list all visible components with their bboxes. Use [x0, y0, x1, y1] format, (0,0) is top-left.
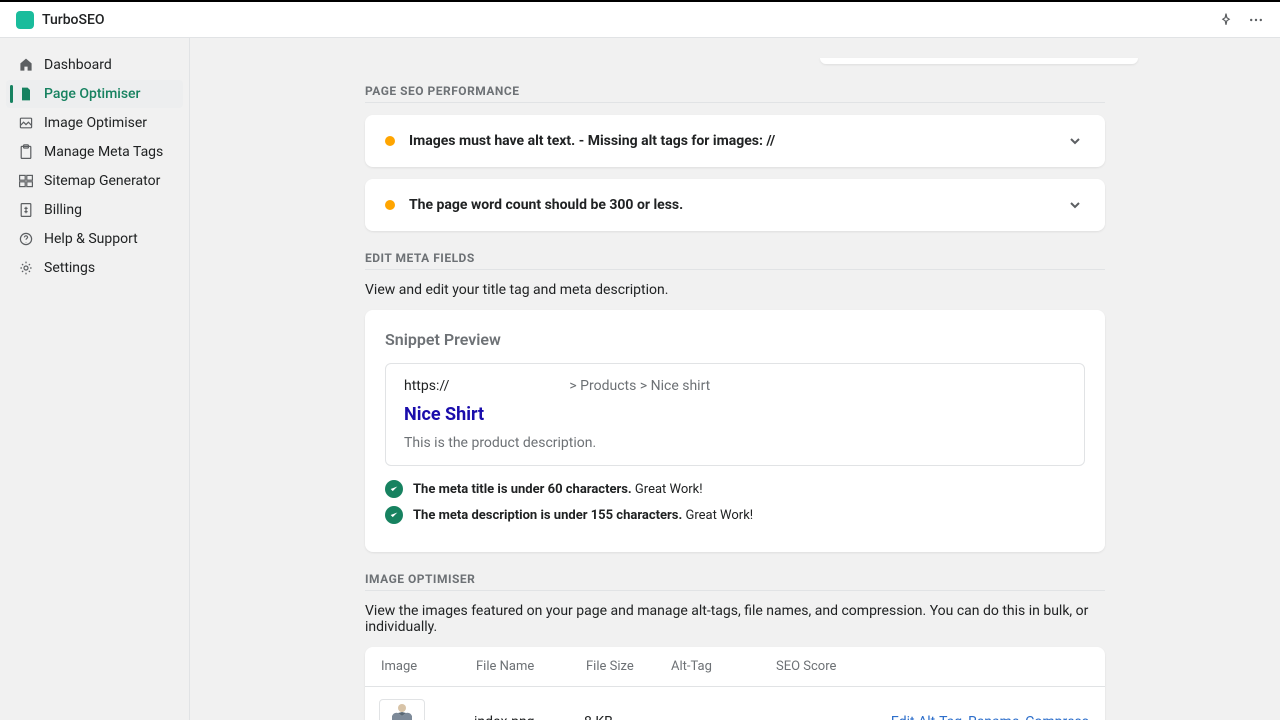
cell-filesize: 8 KB [584, 714, 669, 720]
perf-item[interactable]: The page word count should be 300 or les… [365, 179, 1105, 231]
chevron-down-icon[interactable] [1065, 131, 1085, 151]
gear-icon [18, 260, 34, 276]
meta-section-desc: View and edit your title tag and meta de… [365, 282, 1105, 298]
table-header: Image File Name File Size Alt-Tag SEO Sc… [365, 647, 1105, 687]
sidebar-item-label: Billing [44, 202, 82, 218]
check-icon [385, 506, 403, 524]
sidebar-item-sitemap[interactable]: Sitemap Generator [6, 167, 183, 195]
snippet-title: Nice Shirt [404, 404, 1066, 425]
sidebar-item-billing[interactable]: Billing [6, 196, 183, 224]
header-right [1218, 12, 1264, 28]
help-icon [18, 231, 34, 247]
home-icon [18, 57, 34, 73]
sidebar-item-label: Dashboard [44, 57, 112, 73]
image-thumbnail[interactable] [379, 699, 425, 720]
check-text: The meta title is under 60 characters. G… [413, 482, 703, 497]
partial-card [820, 58, 1138, 64]
perf-text: Images must have alt text. - Missing alt… [409, 133, 1051, 149]
sidebar-item-label: Image Optimiser [44, 115, 147, 131]
sidebar-item-page-optimiser[interactable]: Page Optimiser [6, 80, 183, 108]
rename-button[interactable]: Rename [968, 714, 1019, 720]
sidebar-item-label: Sitemap Generator [44, 173, 160, 189]
billing-icon [18, 202, 34, 218]
snippet-preview-label: Snippet Preview [385, 330, 1085, 349]
perf-section-title: PAGE SEO PERFORMANCE [365, 84, 1105, 103]
snippet-card: Snippet Preview https:// > Products > Ni… [365, 310, 1105, 552]
perf-text: The page word count should be 300 or les… [409, 197, 1051, 213]
perf-card-alt: Images must have alt text. - Missing alt… [365, 115, 1105, 167]
image-table: Image File Name File Size Alt-Tag SEO Sc… [365, 647, 1105, 720]
sidebar-item-meta-tags[interactable]: Manage Meta Tags [6, 138, 183, 166]
cell-image [379, 699, 474, 720]
meta-section-title: EDIT META FIELDS [365, 251, 1105, 270]
snippet-breadcrumb: > Products > Nice shirt [569, 378, 710, 394]
app-logo [16, 11, 34, 29]
perf-card-wordcount: The page word count should be 300 or les… [365, 179, 1105, 231]
col-filesize: File Size [586, 659, 671, 674]
col-alttag: Alt-Tag [671, 659, 776, 674]
edit-alt-button[interactable]: Edit Alt-Tag [891, 714, 962, 720]
col-seoscore: SEO Score [776, 659, 1089, 674]
meta-check-description: The meta description is under 155 charac… [385, 506, 1085, 524]
compress-button[interactable]: Compress [1025, 714, 1089, 720]
sidebar: Dashboard Page Optimiser Image Optimiser… [0, 38, 190, 720]
page-icon [18, 86, 34, 102]
sidebar-item-image-optimiser[interactable]: Image Optimiser [6, 109, 183, 137]
image-icon [18, 115, 34, 131]
app-header: TurboSEO [0, 2, 1280, 38]
sidebar-item-settings[interactable]: Settings [6, 254, 183, 282]
perf-item[interactable]: Images must have alt text. - Missing alt… [365, 115, 1105, 167]
sitemap-icon [18, 173, 34, 189]
main-content: PAGE SEO PERFORMANCE Images must have al… [190, 38, 1280, 720]
imgopt-section-desc: View the images featured on your page an… [365, 603, 1105, 635]
sidebar-item-label: Manage Meta Tags [44, 144, 163, 160]
snippet-preview-box: https:// > Products > Nice shirt Nice Sh… [385, 363, 1085, 466]
sidebar-item-help[interactable]: Help & Support [6, 225, 183, 253]
status-dot-warning [385, 200, 395, 210]
pin-icon[interactable] [1218, 12, 1234, 28]
col-filename: File Name [476, 659, 586, 674]
col-image: Image [381, 659, 476, 674]
cell-actions: Edit Alt-Tag Rename Compress [774, 714, 1089, 720]
check-icon [385, 480, 403, 498]
table-row: index.png 8 KB Edit Alt-Tag Rename Compr… [365, 687, 1105, 720]
sidebar-item-label: Settings [44, 260, 95, 276]
snippet-description: This is the product description. [404, 435, 1066, 451]
imgopt-section-title: IMAGE OPTIMISER [365, 572, 1105, 591]
sidebar-item-dashboard[interactable]: Dashboard [6, 51, 183, 79]
clipboard-icon [18, 144, 34, 160]
snippet-url: https:// [404, 378, 449, 394]
cell-filename: index.png [474, 714, 584, 720]
app-name: TurboSEO [42, 12, 105, 28]
meta-check-title: The meta title is under 60 characters. G… [385, 480, 1085, 498]
sidebar-item-label: Page Optimiser [44, 86, 140, 102]
check-text: The meta description is under 155 charac… [413, 508, 753, 523]
status-dot-warning [385, 136, 395, 146]
chevron-down-icon[interactable] [1065, 195, 1085, 215]
more-icon[interactable] [1248, 12, 1264, 28]
header-left: TurboSEO [16, 11, 105, 29]
sidebar-item-label: Help & Support [44, 231, 138, 247]
